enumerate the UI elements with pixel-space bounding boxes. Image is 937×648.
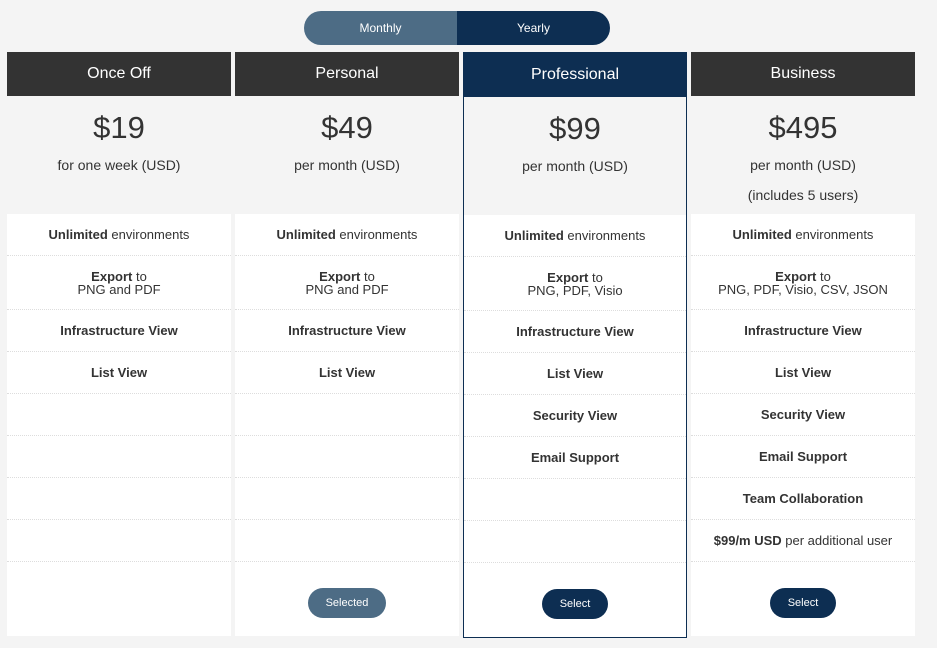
feature-row: Email Support <box>691 436 915 478</box>
feature-row <box>7 394 231 436</box>
feature-row: Team Collaboration <box>691 478 915 520</box>
price-box: $19 for one week (USD) <box>7 96 231 214</box>
plan-name: Business <box>691 52 915 96</box>
feature-row: Unlimited environments <box>691 214 915 256</box>
feature-list: Unlimited environments Export to PNG, PDF… <box>464 215 686 563</box>
price-box: $495 per month (USD) (includes 5 users) <box>691 96 915 214</box>
monthly-toggle-button[interactable]: Monthly <box>304 11 457 45</box>
plan-name: Personal <box>235 52 459 96</box>
feature-row: Infrastructure View <box>235 310 459 352</box>
price-box: $99 per month (USD) <box>464 97 686 215</box>
select-button[interactable]: Select <box>770 588 836 618</box>
feature-row: Security View <box>691 394 915 436</box>
feature-row: Unlimited environments <box>464 215 686 257</box>
billing-toggle: Monthly Yearly <box>304 11 610 45</box>
yearly-toggle-button[interactable]: Yearly <box>457 11 610 45</box>
feature-row <box>464 479 686 521</box>
plan-period: for one week (USD) <box>57 157 181 173</box>
feature-row: Export to PNG, PDF, Visio, CSV, JSON <box>691 256 915 310</box>
price-box: $49 per month (USD) <box>235 96 459 214</box>
feature-row: Infrastructure View <box>691 310 915 352</box>
feature-row <box>235 520 459 562</box>
plan-period: per month (USD) <box>750 157 856 173</box>
plan-price: $495 <box>768 110 838 145</box>
plan-price: $99 <box>549 111 601 146</box>
feature-row <box>7 520 231 562</box>
feature-row: List View <box>7 352 231 394</box>
plan-period: per month (USD) <box>294 157 400 173</box>
feature-row: List View <box>464 353 686 395</box>
plan-personal: Personal $49 per month (USD) Unlimited e… <box>235 52 459 636</box>
feature-row: Unlimited environments <box>235 214 459 256</box>
feature-list: Unlimited environments Export to PNG and … <box>7 214 231 562</box>
feature-row <box>464 521 686 563</box>
select-button[interactable]: Select <box>542 589 608 619</box>
feature-row <box>7 478 231 520</box>
plan-name: Once Off <box>7 52 231 96</box>
feature-row: $99/m USD per additional user <box>691 520 915 562</box>
plan-once-off: Once Off $19 for one week (USD) Unlimite… <box>7 52 231 636</box>
feature-row: List View <box>691 352 915 394</box>
feature-row: Unlimited environments <box>7 214 231 256</box>
feature-row: Infrastructure View <box>464 311 686 353</box>
feature-row: Email Support <box>464 437 686 479</box>
plan-price: $19 <box>93 110 145 145</box>
feature-list: Unlimited environments Export to PNG, PDF… <box>691 214 915 562</box>
selected-button[interactable]: Selected <box>308 588 386 618</box>
feature-row <box>235 436 459 478</box>
feature-row: Export to PNG and PDF <box>7 256 231 310</box>
feature-row <box>235 394 459 436</box>
feature-row: Export to PNG, PDF, Visio <box>464 257 686 311</box>
feature-row: Infrastructure View <box>7 310 231 352</box>
feature-list: Unlimited environments Export to PNG and … <box>235 214 459 562</box>
feature-row: List View <box>235 352 459 394</box>
plan-extra: (includes 5 users) <box>747 187 859 203</box>
plan-business: Business $495 per month (USD) (includes … <box>691 52 915 636</box>
feature-row: Security View <box>464 395 686 437</box>
plan-price: $49 <box>321 110 373 145</box>
feature-row <box>235 478 459 520</box>
plan-period: per month (USD) <box>522 158 628 174</box>
feature-row <box>7 436 231 478</box>
plan-professional: Professional $99 per month (USD) Unlimit… <box>463 52 687 638</box>
plan-name: Professional <box>464 53 686 97</box>
feature-row: Export to PNG and PDF <box>235 256 459 310</box>
